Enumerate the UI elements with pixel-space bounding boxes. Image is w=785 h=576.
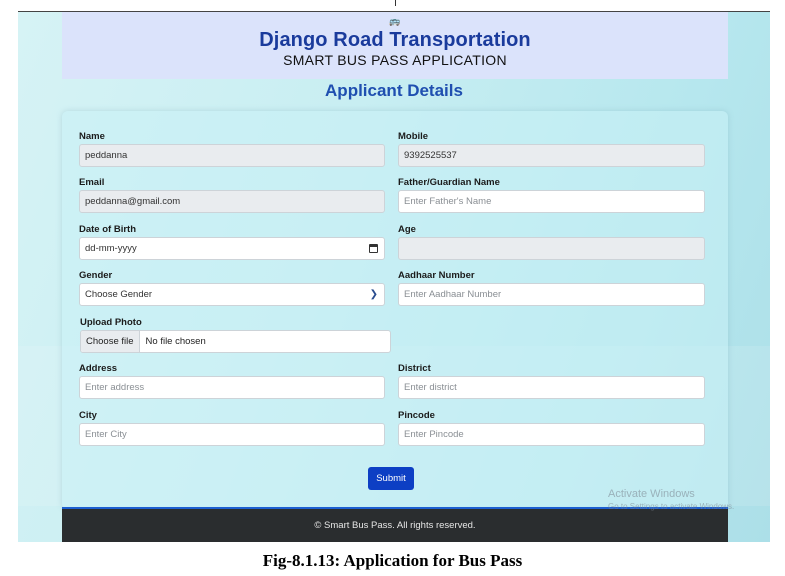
page-header: 🚌 Django Road Transportation SMART BUS P… bbox=[62, 12, 728, 79]
pincode-label: Pincode bbox=[398, 410, 435, 421]
gender-select[interactable]: Choose Gender ❯ bbox=[79, 283, 385, 306]
dob-group: Date of Birth dd-mm-yyyy bbox=[79, 223, 385, 260]
email-label: Email bbox=[79, 177, 105, 188]
aadhaar-group: Aadhaar Number bbox=[398, 269, 705, 306]
mobile-label: Mobile bbox=[398, 131, 429, 142]
file-status: No file chosen bbox=[145, 336, 206, 347]
age-field[interactable] bbox=[398, 237, 705, 260]
dob-label: Date of Birth bbox=[79, 224, 136, 235]
browser-viewport: 🚌 Django Road Transportation SMART BUS P… bbox=[18, 12, 770, 542]
name-group: Name bbox=[79, 130, 385, 167]
choose-file-button[interactable]: Choose file bbox=[81, 331, 140, 352]
district-field[interactable] bbox=[398, 376, 705, 399]
figure-caption: Fig-8.1.13: Application for Bus Pass bbox=[262, 551, 523, 570]
mobile-group: Mobile bbox=[398, 130, 705, 167]
gender-group: Gender Choose Gender ❯ bbox=[79, 269, 385, 306]
calendar-icon[interactable] bbox=[369, 244, 378, 253]
section-title: Applicant Details bbox=[325, 81, 463, 100]
district-group: District bbox=[398, 362, 705, 399]
guardian-name-field[interactable] bbox=[398, 190, 705, 213]
watermark-title: Activate Windows bbox=[608, 488, 695, 500]
aadhaar-label: Aadhaar Number bbox=[398, 270, 475, 281]
age-label: Age bbox=[398, 224, 416, 235]
watermark-subtitle: Go to Settings to activate Windows. bbox=[608, 502, 735, 511]
gender-selected: Choose Gender bbox=[85, 289, 153, 300]
pincode-field[interactable] bbox=[398, 423, 705, 446]
address-field[interactable] bbox=[79, 376, 385, 399]
age-group: Age bbox=[398, 223, 705, 260]
district-label: District bbox=[398, 363, 431, 374]
address-group: Address bbox=[79, 362, 385, 399]
email-group: Email bbox=[79, 176, 385, 213]
activate-windows-watermark: Activate Windows Go to Settings to activ… bbox=[608, 488, 734, 511]
page-subtitle: SMART BUS PASS APPLICATION bbox=[283, 52, 507, 68]
cursor-tick bbox=[395, 0, 396, 6]
aadhaar-field[interactable] bbox=[398, 283, 705, 306]
guardian-group: Father/Guardian Name bbox=[398, 176, 705, 213]
name-field[interactable] bbox=[79, 144, 385, 167]
city-label: City bbox=[79, 410, 97, 421]
mobile-field[interactable] bbox=[398, 144, 705, 167]
dob-field[interactable]: dd-mm-yyyy bbox=[79, 237, 385, 260]
city-field[interactable] bbox=[79, 423, 385, 446]
pincode-group: Pincode bbox=[398, 409, 705, 446]
dob-value: dd-mm-yyyy bbox=[85, 243, 137, 254]
page-title: Django Road Transportation bbox=[259, 29, 531, 51]
gender-label: Gender bbox=[79, 270, 113, 281]
application-form: Name Mobile Email Father/Guardian Name D… bbox=[62, 111, 728, 509]
photo-file-input[interactable]: Choose file No file chosen bbox=[80, 330, 391, 353]
page-footer: © Smart Bus Pass. All rights reserved. bbox=[62, 507, 728, 542]
bus-icon: 🚌 bbox=[389, 16, 401, 26]
address-label: Address bbox=[79, 363, 118, 374]
chevron-down-icon: ❯ bbox=[369, 288, 378, 300]
email-field[interactable] bbox=[79, 190, 385, 213]
city-group: City bbox=[79, 409, 385, 446]
submit-button[interactable]: Submit bbox=[368, 467, 414, 490]
photo-group: Upload Photo Choose file No file chosen bbox=[80, 316, 391, 353]
guardian-label: Father/Guardian Name bbox=[398, 177, 500, 188]
name-label: Name bbox=[79, 131, 105, 142]
photo-label: Upload Photo bbox=[80, 317, 142, 328]
